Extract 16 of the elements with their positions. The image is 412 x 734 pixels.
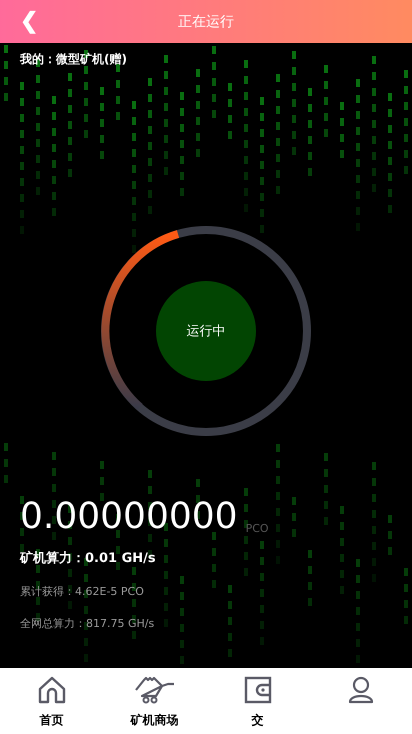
stat-text: 全网总算力：817.75 GH/s (20, 616, 156, 631)
wallet-icon (244, 676, 272, 704)
miner-label: 我的： (20, 52, 56, 66)
home-icon (36, 676, 66, 704)
stat-text: 累计获得：4.62E-5 PCO (20, 584, 145, 599)
status-label: 运行中 (186, 323, 226, 340)
balance-value: 0.00000000 (20, 497, 238, 537)
balance-unit: PCO (246, 522, 269, 535)
stat-text: 矿机算力：0.01 GH/s (20, 550, 157, 567)
tab-item[interactable]: 交 (206, 668, 309, 734)
page-title: 正在运行 (178, 12, 234, 30)
tab-item[interactable]: 矿机商场 (103, 668, 206, 734)
cart-icon (134, 676, 176, 704)
tab-item[interactable]: 首页 (0, 668, 103, 734)
miner-name: 微型矿机(赠) (56, 52, 127, 66)
user-icon (348, 676, 374, 704)
